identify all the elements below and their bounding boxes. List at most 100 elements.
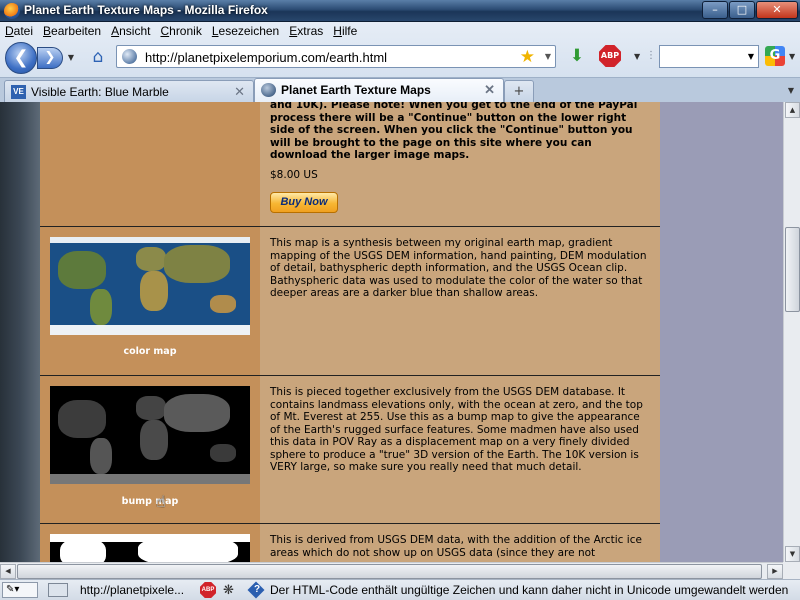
landmass (58, 251, 106, 289)
scroll-left-icon[interactable]: ◀ (0, 564, 16, 579)
scroll-up-icon[interactable]: ▲ (785, 102, 800, 118)
bug-icon[interactable]: ❋ (223, 582, 239, 598)
address-bar[interactable]: http://planetpixelemporium.com/earth.htm… (116, 45, 556, 68)
menu-bearbeiten[interactable]: Bearbeiten (38, 24, 106, 38)
search-input[interactable]: ▼ (659, 45, 759, 68)
hand-cursor-icon: ☝ (156, 492, 166, 511)
tab-planet-earth-texture-maps[interactable]: Planet Earth Texture Maps ✕ (254, 78, 504, 103)
map-description: This map is a synthesis between my origi… (270, 237, 647, 299)
menu-hilfe[interactable]: Hilfe (328, 24, 362, 38)
scrollbar-corner (783, 562, 800, 579)
screen-icon[interactable] (48, 583, 68, 597)
menu-extras[interactable]: Extras (284, 24, 328, 38)
landmass (140, 420, 168, 460)
image-column (40, 102, 260, 226)
tab-visible-earth[interactable]: VE Visible Earth: Blue Marble ✕ (4, 80, 254, 103)
map-row-partial: This is derived from USGS DEM data, with… (40, 524, 660, 562)
menubar: Datei Bearbeiten Ansicht Chronik Lesezei… (0, 22, 800, 40)
antarctic-ice (50, 325, 250, 335)
url-history-dropdown-icon[interactable]: ▼ (545, 52, 551, 61)
vertical-scrollbar[interactable]: ▲ ▼ (783, 102, 800, 562)
landmass (140, 271, 168, 311)
bump-map-thumbnail[interactable] (50, 386, 250, 484)
plus-icon: + (513, 84, 525, 99)
arctic-ice (50, 237, 250, 243)
landmass (138, 536, 238, 562)
landmass (90, 438, 112, 474)
color-map-thumbnail[interactable] (50, 237, 250, 335)
maximize-button[interactable]: □ (729, 1, 755, 19)
menu-datei[interactable]: Datei (0, 24, 38, 38)
forward-button[interactable]: ❯ (37, 47, 63, 69)
right-margin (660, 102, 783, 562)
landmass (58, 400, 106, 438)
paypal-note: and 10K). Please note! When you get to t… (270, 102, 638, 161)
downloads-button[interactable]: ⬇ (567, 46, 587, 66)
landmass (60, 538, 106, 562)
globe-favicon-icon (261, 83, 276, 97)
firefox-logo-icon (4, 3, 20, 19)
buy-now-button[interactable]: Buy Now (270, 192, 338, 213)
status-bar: ✎▾ http://planetpixele... ABP ❋ ? Der HT… (0, 579, 800, 600)
horizontal-scroll-thumb[interactable] (17, 564, 762, 579)
bookmark-star-icon[interactable]: ★ (520, 47, 535, 67)
tab-list-dropdown-icon[interactable]: ▼ (784, 82, 798, 100)
menu-ansicht[interactable]: Ansicht (106, 24, 155, 38)
google-search-engine-icon[interactable]: G (765, 46, 785, 66)
menu-chronik[interactable]: Chronik (155, 24, 206, 38)
landmass (210, 444, 236, 462)
map-caption: bump map (121, 496, 179, 507)
back-button[interactable]: ❮ (5, 42, 37, 74)
landmass (210, 295, 236, 313)
map-row-bump: bump map This is pieced together exclusi… (40, 376, 660, 524)
browser-chrome: Datei Bearbeiten Ansicht Chronik Lesezei… (0, 22, 800, 103)
landmass (136, 247, 166, 271)
antarctic-ice (50, 474, 250, 484)
new-tab-button[interactable]: + (504, 80, 534, 103)
scroll-down-icon[interactable]: ▼ (785, 546, 800, 562)
land-mask-map-thumbnail[interactable] (50, 534, 250, 562)
tab-title: Planet Earth Texture Maps (281, 83, 431, 97)
window-controls: – □ ✕ (702, 1, 798, 19)
site-identity-icon[interactable] (122, 49, 137, 64)
landmass (136, 396, 166, 420)
landmass (164, 394, 230, 432)
landmass (164, 245, 230, 283)
search-dropdown-icon[interactable]: ▼ (748, 52, 754, 61)
window-title: Planet Earth Texture Maps - Mozilla Fire… (24, 3, 268, 17)
tab-bar: VE Visible Earth: Blue Marble ✕ Planet E… (0, 77, 800, 103)
arrow-left-icon: ❮ (13, 47, 29, 68)
vertical-scroll-thumb[interactable] (785, 227, 800, 312)
map-caption: color map (123, 346, 177, 357)
tab-title: Visible Earth: Blue Marble (31, 85, 169, 99)
maps-table: and 10K). Please note! When you get to t… (40, 102, 660, 562)
arrow-right-icon: ❯ (44, 50, 56, 65)
adblock-status-icon[interactable]: ABP (200, 582, 216, 598)
horizontal-scrollbar[interactable]: ◀ ▶ (0, 562, 783, 579)
home-icon: ⌂ (92, 47, 104, 67)
status-message: Der HTML-Code enthält ungültige Zeichen … (270, 583, 789, 597)
home-button[interactable]: ⌂ (88, 48, 108, 66)
adblock-plus-button[interactable]: ABP (599, 45, 621, 67)
scroll-right-icon[interactable]: ▶ (767, 564, 783, 579)
download-icon: ⬇ (569, 46, 585, 66)
status-url: http://planetpixele... (80, 583, 185, 597)
map-description: This is derived from USGS DEM data, with… (270, 534, 642, 559)
navigation-toolbar: ❮ ❯ ▼ ⌂ http://planetpixelemporium.com/e… (0, 40, 800, 74)
close-tab-icon[interactable]: ✕ (234, 84, 245, 100)
status-tool-dropdown-icon[interactable]: ✎▾ (2, 582, 38, 598)
search-engine-dropdown-icon[interactable]: ▼ (789, 52, 795, 61)
adblock-dropdown-icon[interactable]: ▼ (634, 52, 640, 61)
toolbar-splitter-icon[interactable]: ⋮ (646, 48, 656, 64)
menu-lesezeichen[interactable]: Lesezeichen (207, 24, 284, 38)
page-content[interactable]: and 10K). Please note! When you get to t… (0, 102, 783, 562)
question-mark-icon: ? (253, 584, 261, 595)
purchase-row: and 10K). Please note! When you get to t… (40, 102, 660, 227)
landmass (90, 289, 112, 325)
close-tab-icon[interactable]: ✕ (484, 82, 495, 98)
minimize-button[interactable]: – (702, 1, 728, 19)
history-dropdown-icon[interactable]: ▼ (65, 52, 77, 64)
close-window-button[interactable]: ✕ (756, 1, 798, 19)
window-titlebar[interactable]: Planet Earth Texture Maps - Mozilla Fire… (0, 0, 800, 22)
url-input[interactable]: http://planetpixelemporium.com/earth.htm… (145, 50, 387, 65)
